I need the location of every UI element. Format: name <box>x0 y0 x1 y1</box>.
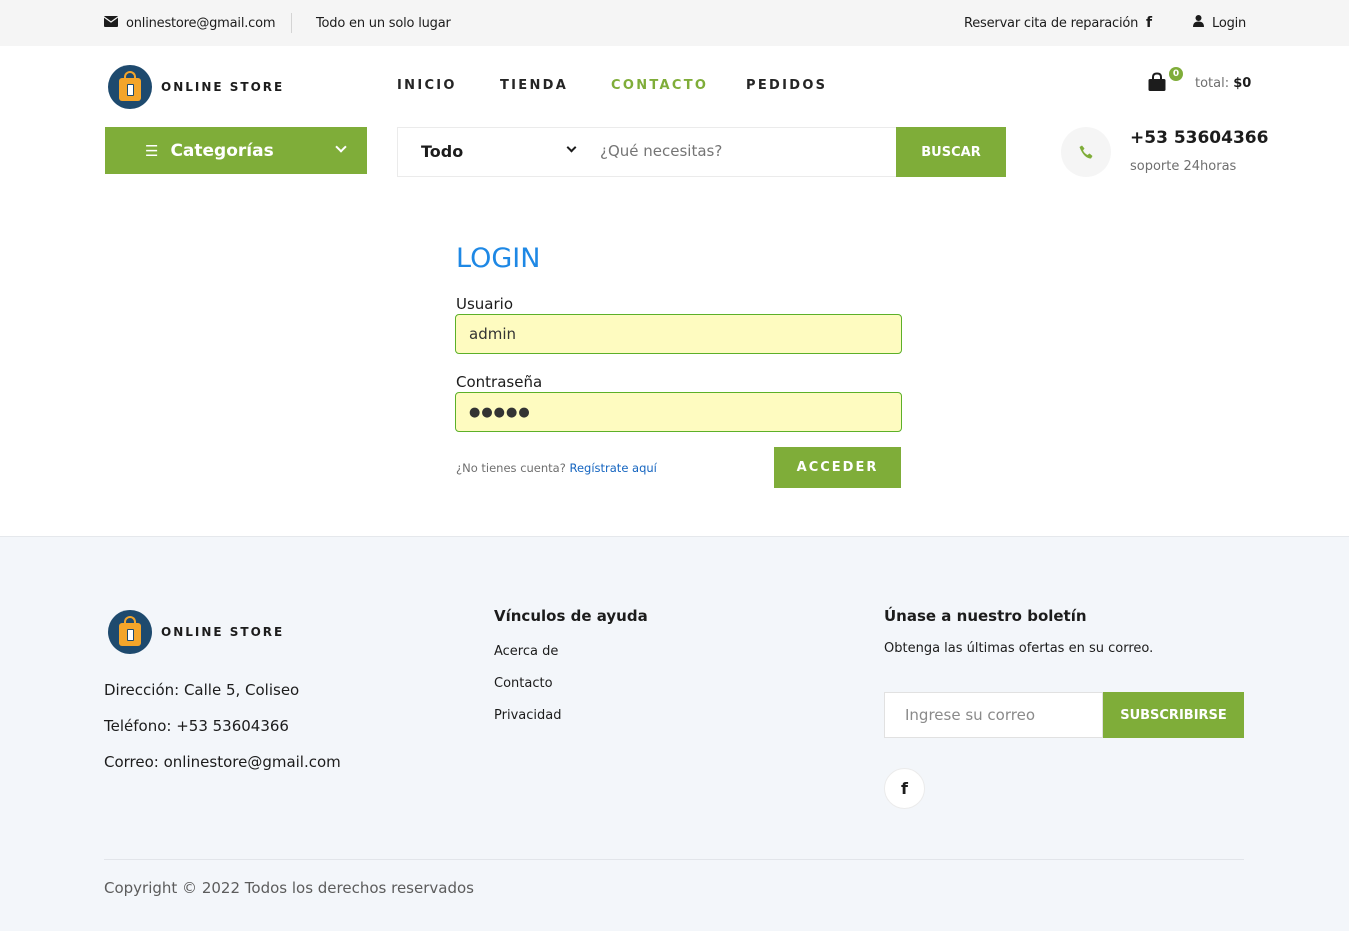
footer-divider <box>104 859 1244 860</box>
topbar-email-text: onlinestore@gmail.com <box>126 15 276 31</box>
repair-booking-link[interactable]: Reservar cita de reparación <box>964 0 1138 46</box>
support-subtitle: soporte 24horas <box>1130 159 1237 174</box>
topbar-divider <box>291 13 292 33</box>
nav-pedidos[interactable]: PEDIDOS <box>746 78 827 93</box>
envelope-icon <box>103 15 119 31</box>
password-field[interactable]: ●●●●● <box>455 392 902 432</box>
brand-name: ONLINE STORE <box>161 80 285 94</box>
footer-email: Correo: onlinestore@gmail.com <box>104 753 341 771</box>
newsletter-title: Únase a nuestro boletín <box>884 607 1087 625</box>
nav-contacto[interactable]: CONTACTO <box>611 78 708 93</box>
login-link-text: Login <box>1212 15 1247 31</box>
topbar-tagline: Todo en un solo lugar <box>316 15 451 31</box>
search-category-select[interactable]: Todo <box>421 142 463 161</box>
copyright-text: Copyright © 2022 Todos los derechos rese… <box>104 879 474 897</box>
cart-total-label: total: <box>1195 76 1230 91</box>
facebook-icon[interactable]: f <box>1146 0 1152 46</box>
footer-link-privacy[interactable]: Privacidad <box>494 708 561 723</box>
cart-total-value: $0 <box>1233 76 1252 91</box>
cart-total: total: $0 <box>1195 76 1251 91</box>
topbar-email: onlinestore@gmail.com <box>103 0 276 46</box>
login-title: LOGIN <box>456 243 541 274</box>
register-prompt: ¿No tienes cuenta? Regístrate aquí <box>456 461 657 475</box>
footer-logo[interactable]: ONLINE STORE <box>108 610 284 654</box>
footer-link-about[interactable]: Acerca de <box>494 644 558 659</box>
footer-address: Dirección: Calle 5, Coliseo <box>104 681 300 699</box>
username-field[interactable]: admin <box>455 314 902 354</box>
categories-label: Categorías <box>170 140 274 161</box>
footer-link-contact[interactable]: Contacto <box>494 676 553 691</box>
user-icon <box>1193 15 1204 31</box>
chevron-down-icon[interactable] <box>566 142 577 153</box>
menu-bars-icon: ☰ <box>145 141 159 160</box>
newsletter-email-input[interactable]: Ingrese su correo <box>884 692 1103 738</box>
shopping-bag-logo-icon <box>108 610 152 654</box>
help-links-title: Vínculos de ayuda <box>494 607 648 625</box>
nav-tienda[interactable]: TIENDA <box>500 78 568 93</box>
footer-phone: Teléfono: +53 53604366 <box>104 717 289 735</box>
search-input[interactable] <box>600 142 880 160</box>
facebook-icon[interactable]: f <box>884 768 925 809</box>
username-label: Usuario <box>456 295 514 313</box>
chevron-down-icon <box>335 141 347 153</box>
subscribe-button[interactable]: SUBSCRIBIRSE <box>1103 692 1244 738</box>
search-bar: Todo BUSCAR <box>397 127 1006 177</box>
newsletter-text: Obtenga las últimas ofertas en su correo… <box>884 641 1154 656</box>
login-link[interactable]: Login <box>1193 0 1246 46</box>
categories-dropdown[interactable]: ☰ Categorías <box>105 127 367 174</box>
shopping-bag-logo-icon <box>108 65 152 109</box>
register-link[interactable]: Regístrate aquí <box>569 461 656 475</box>
login-submit-button[interactable]: ACCEDER <box>774 447 901 488</box>
phone-icon <box>1061 127 1111 177</box>
top-bar: onlinestore@gmail.com Todo en un solo lu… <box>0 0 1349 46</box>
cart-count-badge: 0 <box>1169 67 1183 81</box>
support-phone: +53 53604366 <box>1130 128 1269 148</box>
no-account-text: ¿No tienes cuenta? <box>456 461 566 475</box>
footer-brand-name: ONLINE STORE <box>161 625 285 639</box>
password-label: Contraseña <box>456 373 543 391</box>
nav-inicio[interactable]: INICIO <box>397 78 457 93</box>
header-logo[interactable]: ONLINE STORE <box>108 65 284 109</box>
shopping-cart-icon[interactable] <box>1147 72 1169 94</box>
search-button[interactable]: BUSCAR <box>896 127 1006 177</box>
